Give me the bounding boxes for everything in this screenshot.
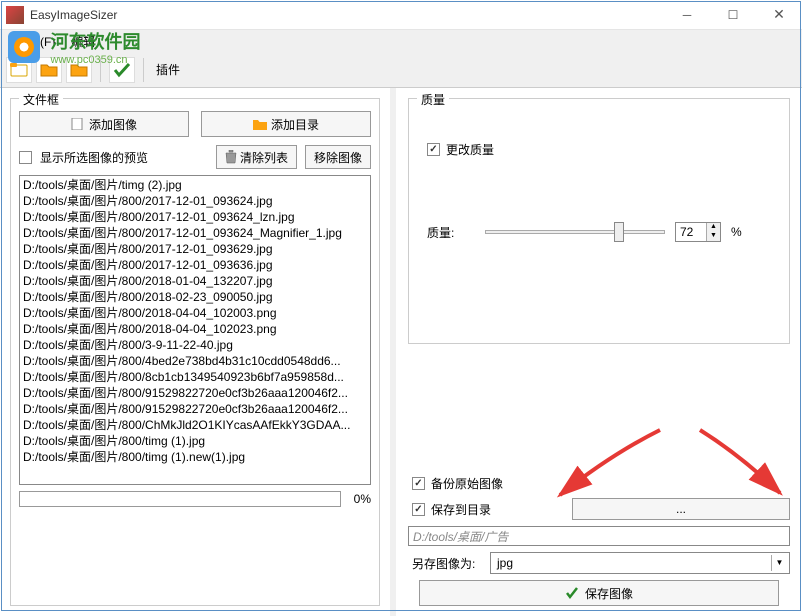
menubar: 文件(F) 编辑 (0, 30, 802, 52)
save-path-input[interactable] (408, 526, 790, 546)
spin-down-icon[interactable]: ▼ (707, 232, 720, 241)
list-item[interactable]: D:/tools/桌面/图片/800/2017-12-01_093624.jpg (21, 193, 369, 209)
list-item[interactable]: D:/tools/桌面/图片/800/91529822720e0cf3b26aa… (21, 401, 369, 417)
list-item[interactable]: D:/tools/桌面/图片/800/8cb1cb1349540923b6bf7… (21, 369, 369, 385)
remove-image-button[interactable]: 移除图像 (305, 145, 371, 169)
browse-button[interactable]: ... (572, 498, 790, 520)
quality-field-label: 质量: (427, 224, 475, 241)
titlebar: EasyImageSizer ─ ☐ ✕ (0, 0, 802, 30)
list-item[interactable]: D:/tools/桌面/图片/800/2018-04-04_102003.png (21, 305, 369, 321)
save-image-label: 保存图像 (585, 585, 633, 602)
list-item[interactable]: D:/tools/桌面/图片/800/2017-12-01_093636.jpg (21, 257, 369, 273)
list-item[interactable]: D:/tools/桌面/图片/800/timg (1).jpg (21, 433, 369, 449)
menu-file[interactable]: 文件(F) (8, 31, 63, 52)
file-group-label: 文件框 (19, 91, 63, 108)
add-image-label: 添加图像 (89, 116, 137, 133)
save-to-dir-checkbox[interactable] (412, 503, 425, 516)
progress-bar (19, 491, 341, 507)
file-list[interactable]: D:/tools/桌面/图片/timg (2).jpgD:/tools/桌面/图… (19, 175, 371, 485)
save-as-label: 另存图像为: (412, 555, 484, 572)
quality-group-label: 质量 (417, 91, 449, 108)
spin-up-icon[interactable]: ▲ (707, 223, 720, 232)
file-icon (71, 118, 85, 130)
show-preview-checkbox[interactable] (19, 151, 32, 164)
menu-edit[interactable]: 编辑 (63, 31, 103, 52)
list-item[interactable]: D:/tools/桌面/图片/800/ChMkJld2O1KIYcasAAfEk… (21, 417, 369, 433)
list-item[interactable]: D:/tools/桌面/图片/800/3-9-11-22-40.jpg (21, 337, 369, 353)
change-quality-label: 更改质量 (446, 141, 494, 158)
add-folder-label: 添加目录 (271, 116, 319, 133)
clear-list-label: 清除列表 (240, 149, 288, 166)
left-panel: 文件框 添加图像 添加目录 显示所选图像的预览 清除列表 (0, 88, 390, 616)
quality-groupbox: 质量 更改质量 质量: 72 ▲ ▼ (408, 98, 790, 344)
quality-spinbox[interactable]: 72 ▲ ▼ (675, 222, 721, 242)
trash-icon (225, 150, 237, 164)
minimize-button[interactable]: ─ (664, 0, 710, 30)
toolbar-new-icon[interactable] (6, 57, 32, 83)
remove-image-label: 移除图像 (314, 149, 362, 166)
list-item[interactable]: D:/tools/桌面/图片/800/4bed2e738bd4b31c10cdd… (21, 353, 369, 369)
list-item[interactable]: D:/tools/桌面/图片/timg (2).jpg (21, 177, 369, 193)
add-folder-button[interactable]: 添加目录 (201, 111, 371, 137)
close-button[interactable]: ✕ (756, 0, 802, 30)
toolbar-folder-icon[interactable] (66, 57, 92, 83)
backup-original-label: 备份原始图像 (431, 475, 503, 492)
clear-list-button[interactable]: 清除列表 (216, 145, 297, 169)
maximize-button[interactable]: ☐ (710, 0, 756, 30)
toolbar-plugins-label[interactable]: 插件 (152, 61, 184, 78)
format-select[interactable]: jpg ▼ (490, 552, 790, 574)
toolbar-open-icon[interactable] (36, 57, 62, 83)
list-item[interactable]: D:/tools/桌面/图片/800/timg (1).new(1).jpg (21, 449, 369, 465)
save-section: 备份原始图像 保存到目录 ... 另存图像为: jpg ▼ (408, 475, 790, 606)
change-quality-checkbox[interactable] (427, 143, 440, 156)
backup-original-checkbox[interactable] (412, 477, 425, 490)
percent-sign: % (731, 225, 742, 239)
toolbar: 插件 (0, 52, 802, 88)
app-icon (6, 6, 24, 24)
show-preview-label: 显示所选图像的预览 (40, 149, 148, 166)
folder-icon (253, 118, 267, 130)
progress-percent: 0% (347, 492, 371, 506)
list-item[interactable]: D:/tools/桌面/图片/800/2018-02-23_090050.jpg (21, 289, 369, 305)
list-item[interactable]: D:/tools/桌面/图片/800/91529822720e0cf3b26aa… (21, 385, 369, 401)
chevron-down-icon: ▼ (771, 555, 787, 571)
toolbar-apply-icon[interactable] (109, 57, 135, 83)
right-panel: 质量 更改质量 质量: 72 ▲ ▼ (396, 88, 802, 616)
list-item[interactable]: D:/tools/桌面/图片/800/2018-04-04_102023.png (21, 321, 369, 337)
window-title: EasyImageSizer (30, 8, 664, 22)
quality-value: 72 (676, 225, 706, 239)
list-item[interactable]: D:/tools/桌面/图片/800/2018-01-04_132207.jpg (21, 273, 369, 289)
save-image-button[interactable]: 保存图像 (419, 580, 779, 606)
list-item[interactable]: D:/tools/桌面/图片/800/2017-12-01_093624_lzn… (21, 209, 369, 225)
format-value: jpg (497, 556, 513, 570)
check-icon (565, 586, 579, 600)
list-item[interactable]: D:/tools/桌面/图片/800/2017-12-01_093629.jpg (21, 241, 369, 257)
quality-slider[interactable] (485, 230, 665, 234)
file-groupbox: 文件框 添加图像 添加目录 显示所选图像的预览 清除列表 (10, 98, 380, 606)
list-item[interactable]: D:/tools/桌面/图片/800/2017-12-01_093624_Mag… (21, 225, 369, 241)
save-to-dir-label: 保存到目录 (431, 501, 491, 518)
add-image-button[interactable]: 添加图像 (19, 111, 189, 137)
